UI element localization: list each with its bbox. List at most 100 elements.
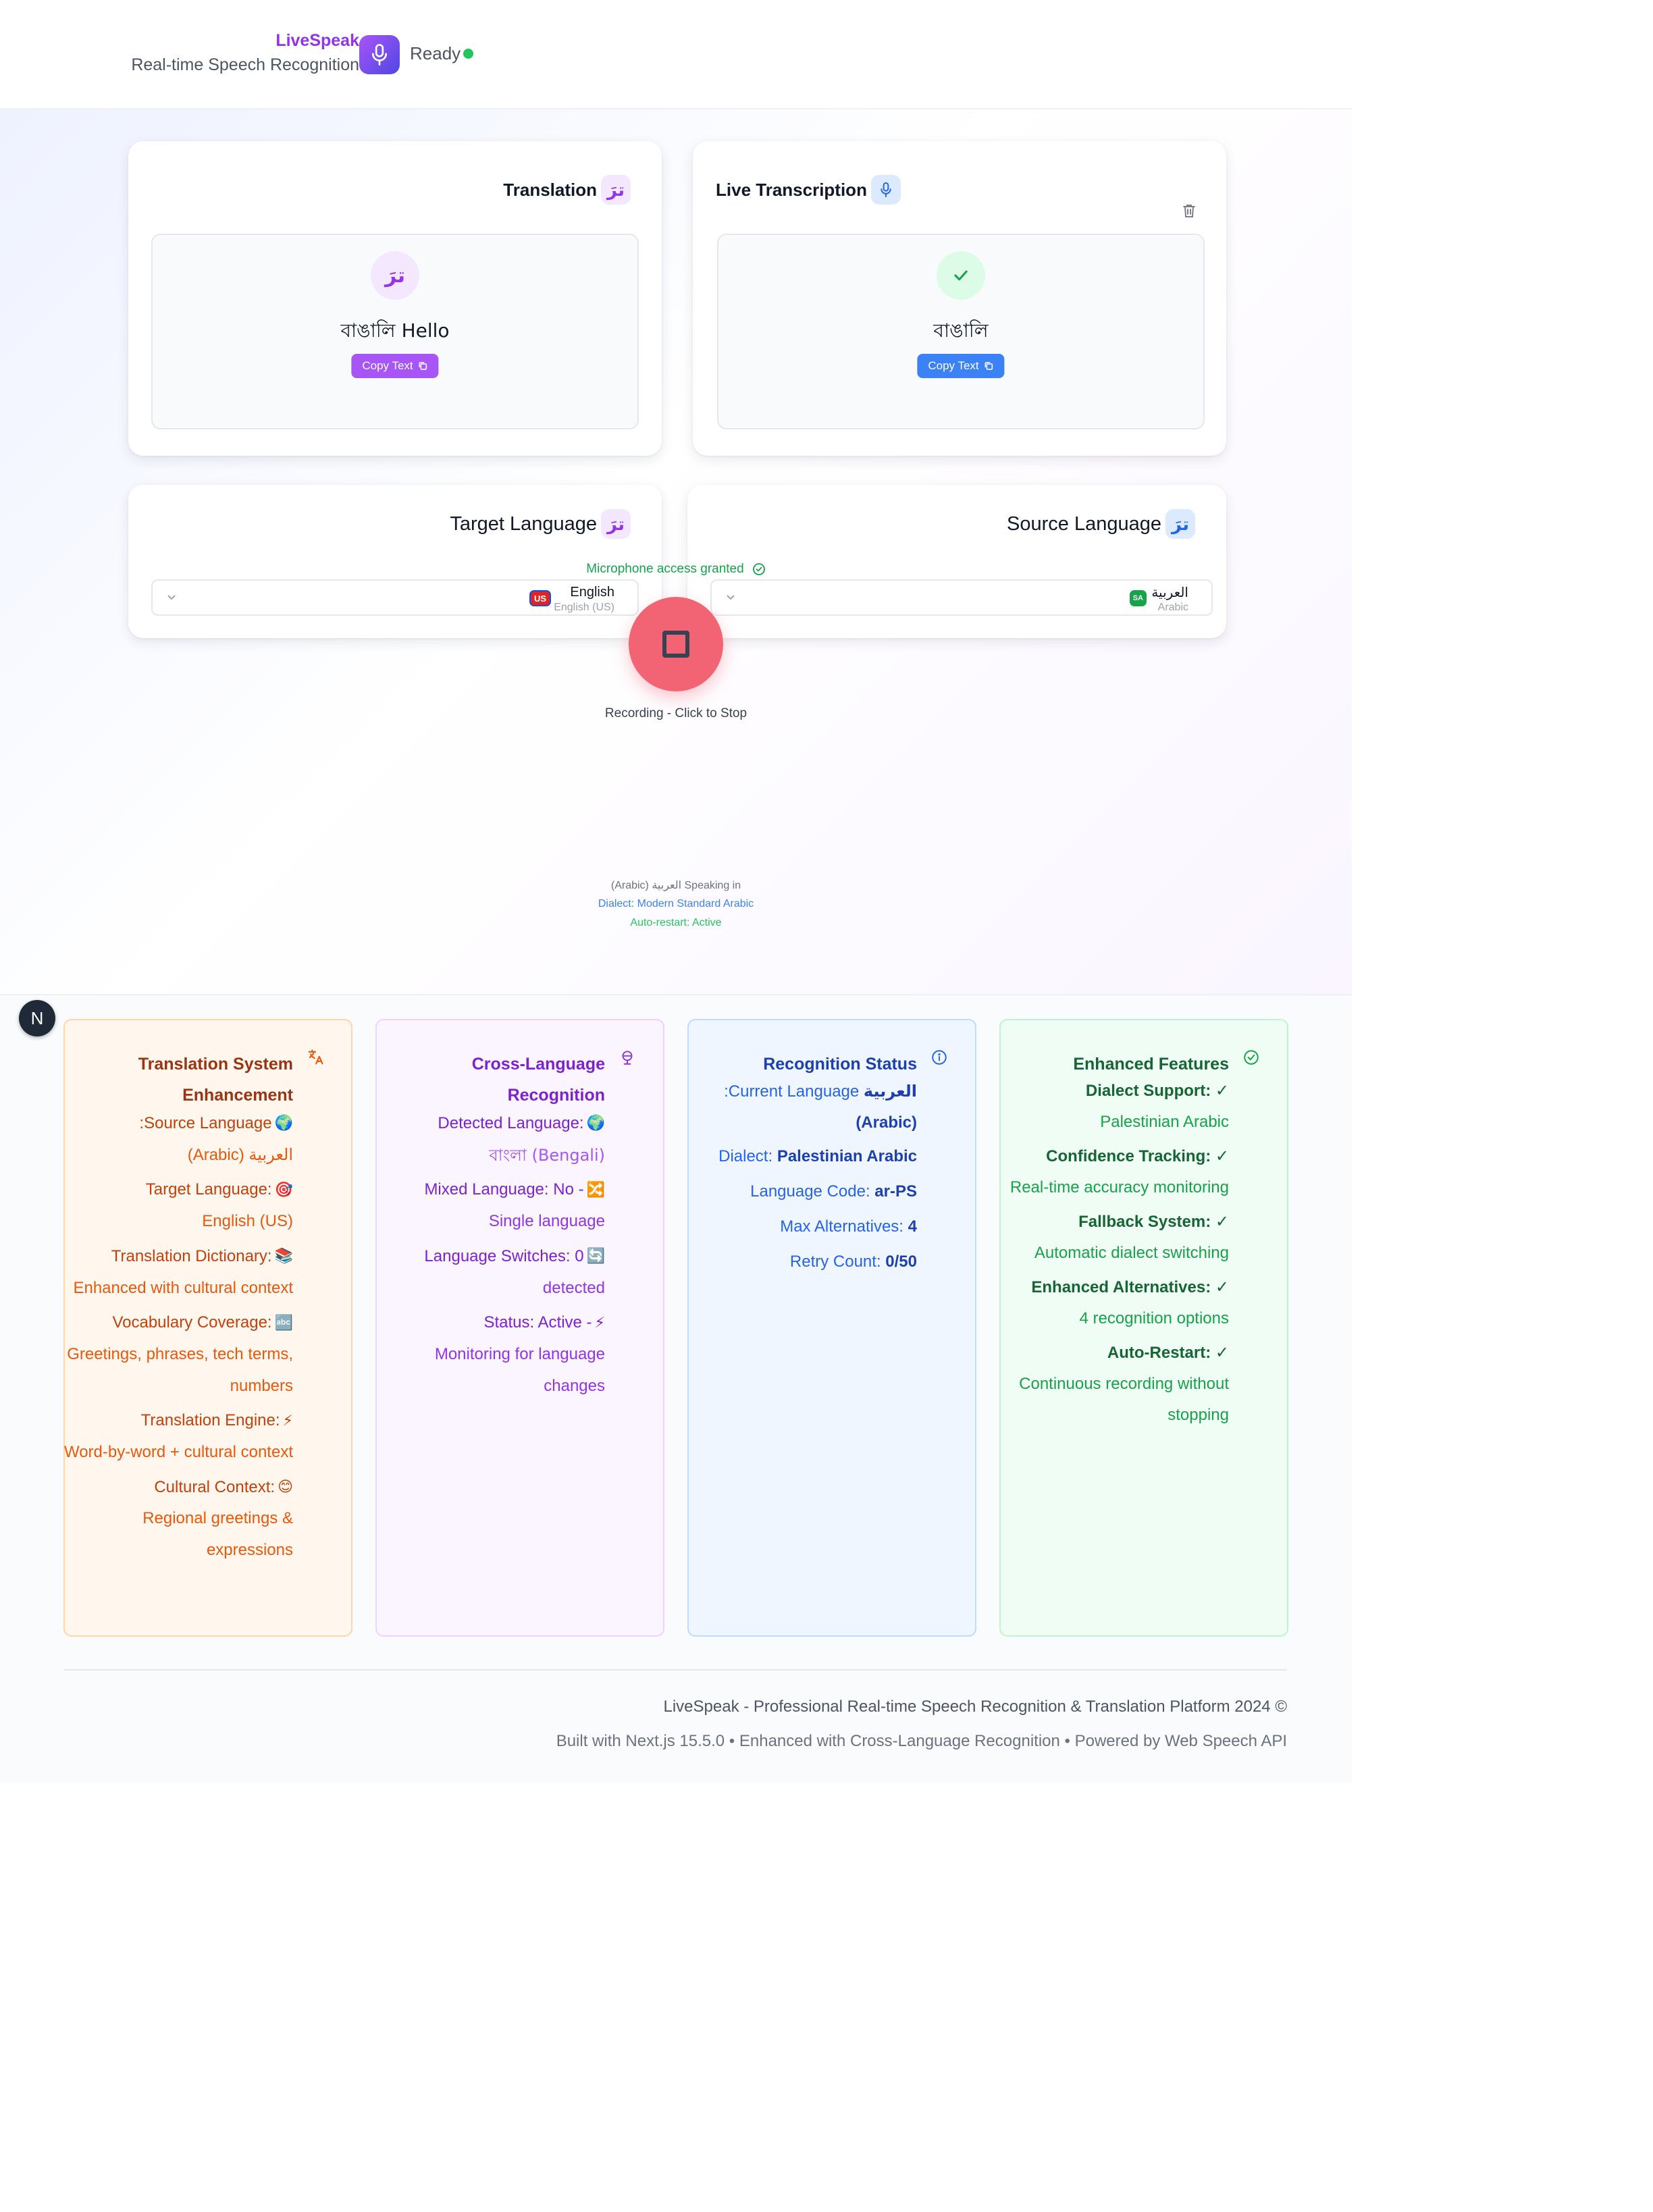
list-item-label: Dialect Support: ✓ <box>1085 1082 1229 1100</box>
copy-icon <box>985 362 993 370</box>
chevron-down-icon <box>727 595 735 600</box>
translation-system-list: :Source Language 🌍 (Arabic) العربية Targe… <box>63 1108 293 1569</box>
list-item-value: Regional greetings & expressions <box>142 1509 293 1559</box>
retry-count-row: Retry Count: 0/50 <box>789 1253 917 1271</box>
max-alternatives-row: Max Alternatives: 4 <box>780 1217 917 1236</box>
shuffle-icon: 🔀 <box>586 1181 605 1199</box>
list-item-value: Automatic dialect switching <box>1034 1244 1229 1262</box>
current-language-row: :Current Language العربية <box>724 1082 917 1101</box>
enhanced-features-panel: Enhanced Features Dialect Support: ✓ Pal… <box>999 1019 1288 1637</box>
list-item-label: Vocabulary Coverage: 🔤 <box>63 1307 293 1339</box>
translate-icon: ترَ <box>601 509 631 539</box>
nextjs-dev-badge[interactable]: N <box>19 1000 55 1036</box>
target-language-title: Target Language <box>450 512 597 535</box>
list-item: Status: Active - ⚡ Monitoring for languag… <box>375 1307 605 1402</box>
list-item: Translation Dictionary: 📚 Enhanced with c… <box>63 1241 293 1304</box>
target-language-sub: English (US) <box>554 602 614 613</box>
copy-transcription-button[interactable]: Copy Text <box>917 354 1005 378</box>
microphone-icon <box>870 175 901 205</box>
stop-recording-button[interactable] <box>629 597 723 691</box>
list-item: Enhanced Alternatives: ✓ 4 recognition o… <box>999 1272 1229 1334</box>
transcription-title: Live Transcription <box>716 179 867 200</box>
language-code-row: Language Code: ar-PS <box>750 1182 917 1201</box>
copy-translation-button[interactable]: Copy Text <box>351 354 439 378</box>
source-language-name: العربية <box>1151 584 1188 600</box>
target-language-select[interactable]: US English English (US) <box>151 579 639 616</box>
dialect-info: Dialect: Modern Standard Arabic <box>598 898 754 910</box>
list-item-label: Confidence Tracking: ✓ <box>1046 1147 1229 1165</box>
current-language-suffix: (Arabic) <box>856 1113 917 1132</box>
copy-icon <box>419 362 427 370</box>
recording-label: Recording - Click to Stop <box>604 706 747 720</box>
list-item-label: Mixed Language: No - 🔀 <box>375 1174 605 1206</box>
list-item-label: Language Switches: 0 🔄 <box>375 1241 605 1273</box>
list-item-label: Status: Active - ⚡ <box>375 1307 605 1339</box>
target-language-name: English <box>570 585 614 600</box>
mic-status: Microphone access granted <box>0 562 1352 577</box>
source-language-value: العربية Arabic <box>1151 583 1188 614</box>
list-item: Detected Language: 🌍 বাংলা (Bengali) <box>375 1108 605 1171</box>
target-language-value: English English (US) <box>554 583 614 614</box>
list-item-label: Auto-Restart: ✓ <box>1107 1344 1229 1362</box>
list-item-value: detected <box>542 1278 605 1297</box>
cross-language-list: Detected Language: 🌍 বাংলা (Bengali) Mixe… <box>375 1108 605 1405</box>
translation-text: বাঙালি Hello <box>340 319 450 342</box>
translate-icon <box>305 1047 325 1068</box>
lightning-icon: ⚡ <box>594 1314 605 1332</box>
sa-flag-icon: SA <box>1129 590 1147 606</box>
list-item-value: (Arabic) العربية <box>187 1145 293 1164</box>
transcription-output: বাঙালি Copy Text <box>717 234 1205 429</box>
cross-language-title: Cross-Language Recognition <box>471 1055 605 1105</box>
source-language-select[interactable]: SA العربية Arabic <box>710 579 1213 616</box>
chevron-down-icon <box>167 595 176 600</box>
list-item: Language Switches: 0 🔄 detected <box>375 1241 605 1304</box>
list-item-value: 4 recognition options <box>1079 1309 1229 1327</box>
speaking-language: (Arabic) العربية Speaking in <box>610 880 741 891</box>
books-icon: 📚 <box>274 1248 293 1265</box>
refresh-icon: 🔄 <box>586 1248 605 1265</box>
lightning-icon: ⚡ <box>282 1412 293 1429</box>
translation-title: Translation <box>503 179 597 200</box>
translation-card-title: Translation ترَ <box>503 175 631 205</box>
list-item-value: Continuous recording without stopping <box>1019 1375 1229 1424</box>
list-item-value: Real-time accuracy monitoring <box>1009 1178 1229 1196</box>
list-item-label: Translation Engine: ⚡ <box>63 1405 293 1437</box>
list-item-value: বাংলা (Bengali) <box>489 1145 605 1165</box>
check-circle-icon <box>752 563 765 575</box>
list-item: Confidence Tracking: ✓ Real-time accurac… <box>999 1141 1229 1203</box>
recognition-status-panel: Recognition Status :Current Language الع… <box>687 1019 976 1637</box>
footer-divider <box>63 1669 1287 1670</box>
transcription-card: Live Transcription বাঙালি Copy Text <box>693 141 1226 456</box>
app-subtitle: Real-time Speech Recognition <box>131 55 359 74</box>
app-header: LiveSpeak Real-time Speech Recognition R… <box>0 0 1352 109</box>
list-item: Target Language: 🎯 English (US) <box>63 1174 293 1237</box>
list-item: Dialect Support: ✓ Palestinian Arabic <box>999 1076 1229 1138</box>
transcription-card-title: Live Transcription <box>716 175 901 205</box>
smile-icon: 😊 <box>278 1478 293 1496</box>
list-item: Translation Engine: ⚡ Word-by-word + cult… <box>63 1405 293 1468</box>
list-item-value: Single language <box>488 1212 605 1231</box>
footer-copyright: LiveSpeak - Professional Real-time Speec… <box>663 1697 1288 1716</box>
list-item: Cultural Context: 😊 Regional greetings & … <box>63 1472 293 1566</box>
brand: LiveSpeak Real-time Speech Recognition <box>131 28 359 77</box>
cross-language-panel: Cross-Language Recognition Detected Lang… <box>375 1019 664 1637</box>
translation-system-panel: Translation System Enhancement :Source L… <box>63 1019 352 1637</box>
target-icon: 🎯 <box>274 1181 293 1199</box>
translate-badge-icon: ترَ <box>371 251 419 300</box>
footer-credits: Built with Next.js 15.5.0 • Enhanced wit… <box>556 1732 1287 1750</box>
trash-icon[interactable] <box>1180 202 1198 219</box>
status-text: Ready <box>410 43 461 63</box>
mic-status-text: Microphone access granted <box>586 562 744 576</box>
list-item-label: Fallback System: ✓ <box>1078 1213 1229 1231</box>
recognition-status-list: :Current Language العربية (Arabic) Diale… <box>687 1076 917 1278</box>
target-language-title-row: Target Language ترَ <box>450 509 631 539</box>
list-item-value: English (US) <box>202 1212 293 1231</box>
list-item: :Source Language 🌍 (Arabic) العربية <box>63 1108 293 1171</box>
copy-transcription-label: Copy Text <box>928 359 979 372</box>
source-language-title-row: Source Language ترَ <box>1007 509 1195 539</box>
list-item: Auto-Restart: ✓ Continuous recording wit… <box>999 1338 1229 1431</box>
list-item-value: Greetings, phrases, tech terms, numbers <box>67 1345 293 1395</box>
us-flag-icon: US <box>529 590 551 606</box>
translation-system-title: Translation System Enhancement <box>138 1055 293 1105</box>
status-indicator: Ready <box>410 43 474 64</box>
